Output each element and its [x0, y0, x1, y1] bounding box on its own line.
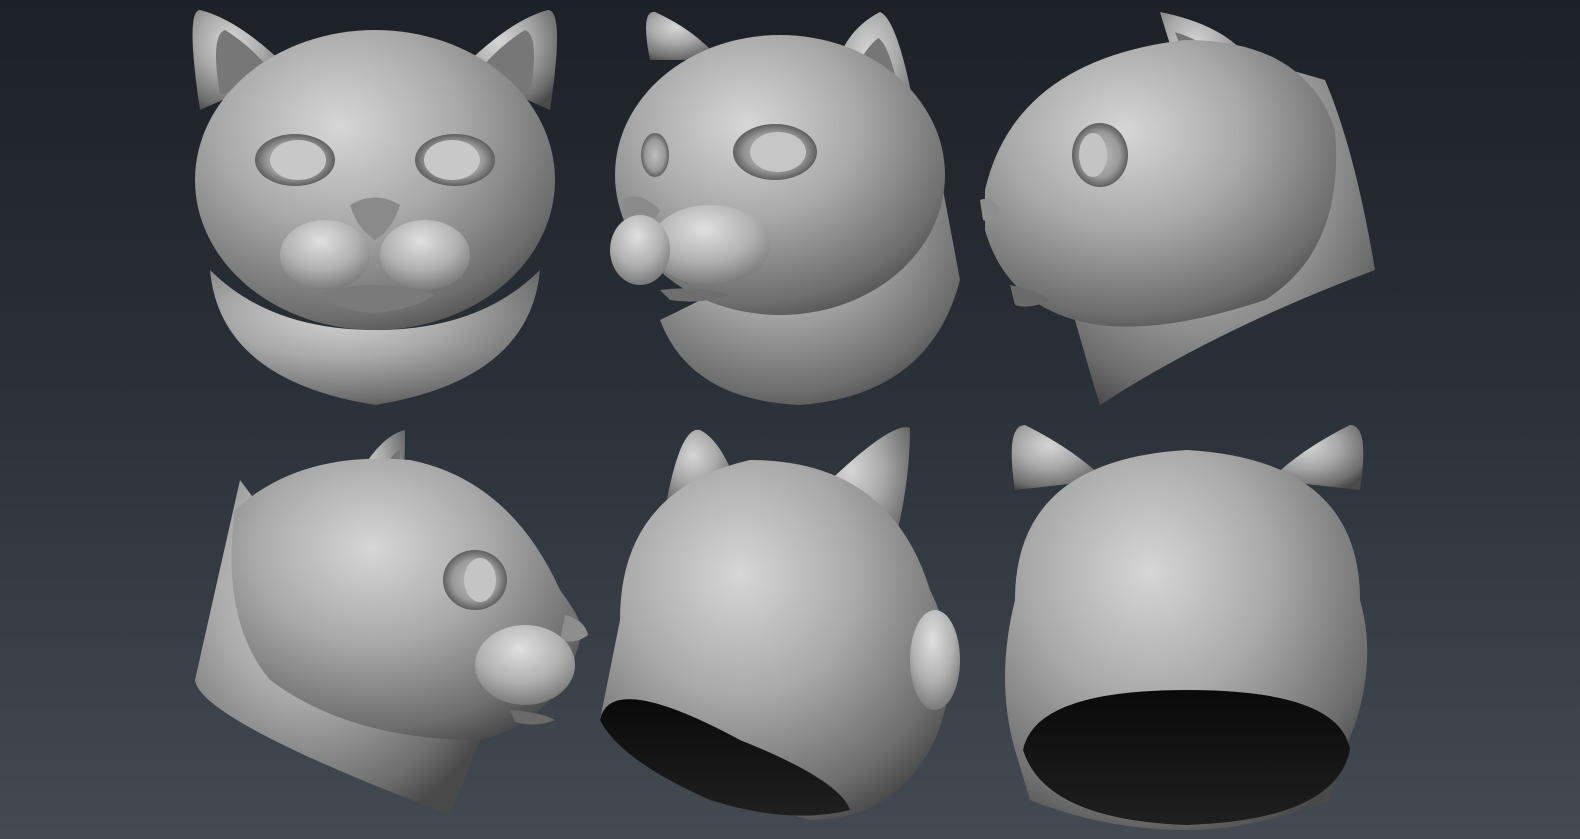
three-quarter-view — [610, 11, 960, 405]
front-view — [192, 10, 558, 405]
left-profile-view — [980, 12, 1375, 405]
back-three-quarter-view — [600, 427, 960, 820]
sculpt-viewport — [0, 0, 1580, 839]
right-profile-view — [195, 430, 588, 815]
back-view — [1005, 425, 1368, 830]
